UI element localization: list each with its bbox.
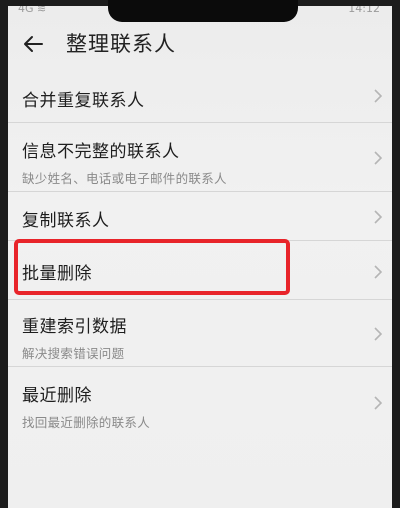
menu-list: 合并重复联系人 信息不完整的联系人 缺少姓名、电话或电子邮件的联系人 复制联系人… — [8, 70, 392, 435]
menu-item-rebuild-index[interactable]: 重建索引数据 解决搜索错误问题 — [8, 300, 392, 367]
bezel-left — [0, 0, 8, 508]
menu-item-label: 信息不完整的联系人 — [22, 142, 180, 162]
menu-item-label: 批量删除 — [22, 264, 92, 284]
menu-item-subtitle: 解决搜索错误问题 — [22, 346, 125, 361]
chevron-right-icon — [374, 327, 383, 341]
camera-notch — [108, 0, 298, 22]
menu-item-incomplete-contacts[interactable]: 信息不完整的联系人 缺少姓名、电话或电子邮件的联系人 — [8, 123, 392, 192]
back-button[interactable] — [20, 30, 48, 58]
menu-item-copy-contacts[interactable]: 复制联系人 — [8, 192, 392, 241]
chevron-right-icon — [374, 210, 383, 224]
phone-screen: 4G ≋ 14:12 整理联系人 合并重复联系人 信息不完整的联系人 缺少姓名、… — [0, 0, 400, 508]
menu-item-subtitle: 找回最近删除的联系人 — [22, 415, 151, 430]
menu-item-label: 最近删除 — [22, 386, 92, 406]
bezel-right — [392, 0, 400, 508]
chevron-right-icon — [374, 265, 383, 279]
menu-item-merge-duplicates[interactable]: 合并重复联系人 — [8, 70, 392, 123]
menu-item-label: 复制联系人 — [22, 211, 110, 231]
menu-item-label: 合并重复联系人 — [22, 91, 145, 111]
menu-item-recently-deleted[interactable]: 最近删除 找回最近删除的联系人 — [8, 367, 392, 435]
menu-item-label: 重建索引数据 — [22, 317, 127, 337]
page-title: 整理联系人 — [66, 32, 176, 56]
chevron-right-icon — [374, 89, 383, 103]
chevron-right-icon — [374, 396, 383, 410]
header: 整理联系人 — [8, 24, 392, 64]
menu-item-subtitle: 缺少姓名、电话或电子邮件的联系人 — [22, 171, 227, 186]
arrow-left-icon — [24, 36, 43, 52]
menu-item-batch-delete[interactable]: 批量删除 — [8, 241, 392, 300]
chevron-right-icon — [374, 151, 383, 165]
